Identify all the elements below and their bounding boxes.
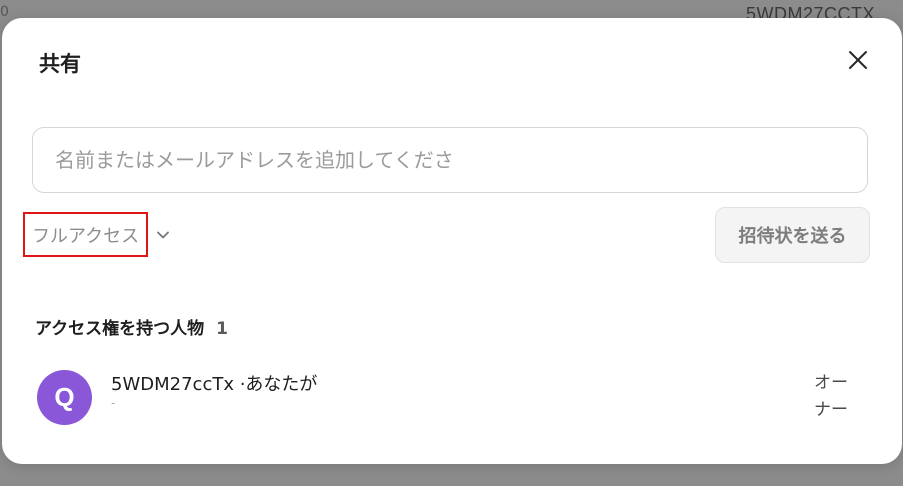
share-dialog: 共有 フルアクセス 招待状を送る アクセス権を持つ人物 1 Q 5WDM27cc… — [2, 18, 902, 464]
person-email: - — [111, 396, 116, 410]
backdrop-left-text: 0 — [0, 4, 9, 20]
person-role: オーナー — [814, 373, 848, 420]
list-item: Q 5WDM27ccTx ·あなたが - オーナー — [37, 362, 867, 432]
person-name: 5WDM27ccTx ·あなたが — [111, 374, 318, 395]
close-button[interactable] — [844, 46, 872, 74]
access-level-label: フルアクセス — [23, 212, 149, 257]
avatar: Q — [37, 370, 92, 425]
dialog-title: 共有 — [39, 52, 81, 76]
access-level-dropdown[interactable]: フルアクセス — [23, 212, 172, 257]
people-with-access-title: アクセス権を持つ人物 — [35, 319, 205, 339]
invite-input[interactable] — [33, 128, 867, 192]
chevron-down-icon — [154, 226, 172, 244]
invite-input-wrapper — [32, 127, 868, 193]
close-icon — [849, 51, 867, 69]
people-with-access-header: アクセス権を持つ人物 1 — [35, 314, 228, 339]
people-count: 1 — [216, 319, 228, 339]
send-invite-button[interactable]: 招待状を送る — [715, 207, 870, 263]
